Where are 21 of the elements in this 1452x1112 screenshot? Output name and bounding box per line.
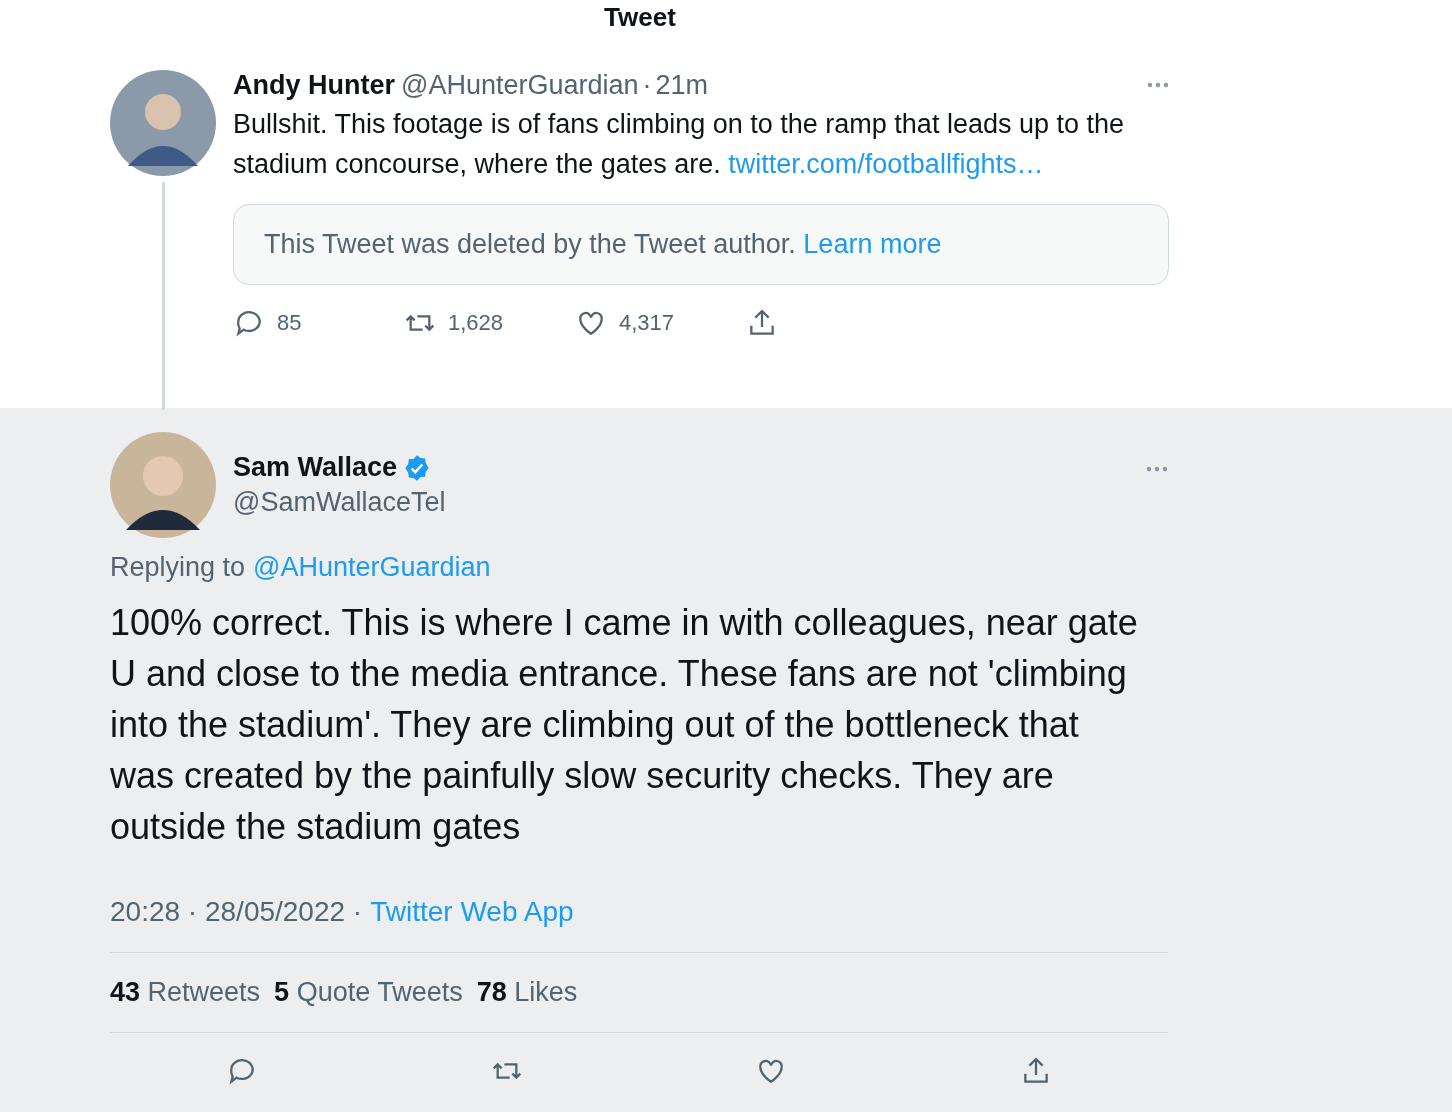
tweet-text: Bullshit. This footage is of fans climbing on to the ramp that leads up to the stadium concourse, where the gates are. twitter.com/footballfights… — [233, 108, 1125, 181]
engagement-stat[interactable]: 78 Likes — [476, 977, 578, 1008]
author-name[interactable]: Sam Wallace — [233, 452, 398, 483]
tweet-text: 100% correct. This is where I came in with colleagues, near gate U and close to the media entrance. These fans are not 'climbing into the stadium'. They are climbing out of the bottleneck that was created by the painfully slow security checks. They are outside the stadium gates — [110, 601, 1139, 849]
action-count: 85 — [277, 310, 302, 336]
engagement-stat[interactable]: 43 Retweets — [110, 977, 261, 1008]
action-count: 4,317 — [619, 310, 675, 336]
separator: · — [642, 69, 652, 101]
action-count: 1,628 — [448, 310, 504, 336]
author-name[interactable]: Andy Hunter — [233, 69, 395, 101]
engagement-stat[interactable]: 5 Quote Tweets — [274, 977, 463, 1008]
tweet-time[interactable]: 21m — [655, 69, 709, 101]
author-handle[interactable]: @SamWallaceTel — [233, 487, 446, 518]
more-icon[interactable] — [1147, 82, 1169, 88]
avatar[interactable] — [110, 432, 216, 538]
author-handle[interactable]: @AHunterGuardian — [401, 69, 639, 101]
avatar[interactable] — [110, 70, 216, 176]
replying-label: Replying to — [110, 552, 246, 583]
page-title: Tweet — [603, 1, 677, 32]
tweet-timestamp: 20:28 · 28/05/2022 · — [110, 896, 363, 928]
notice-text: This Tweet was deleted by the Tweet author. — [264, 229, 796, 259]
